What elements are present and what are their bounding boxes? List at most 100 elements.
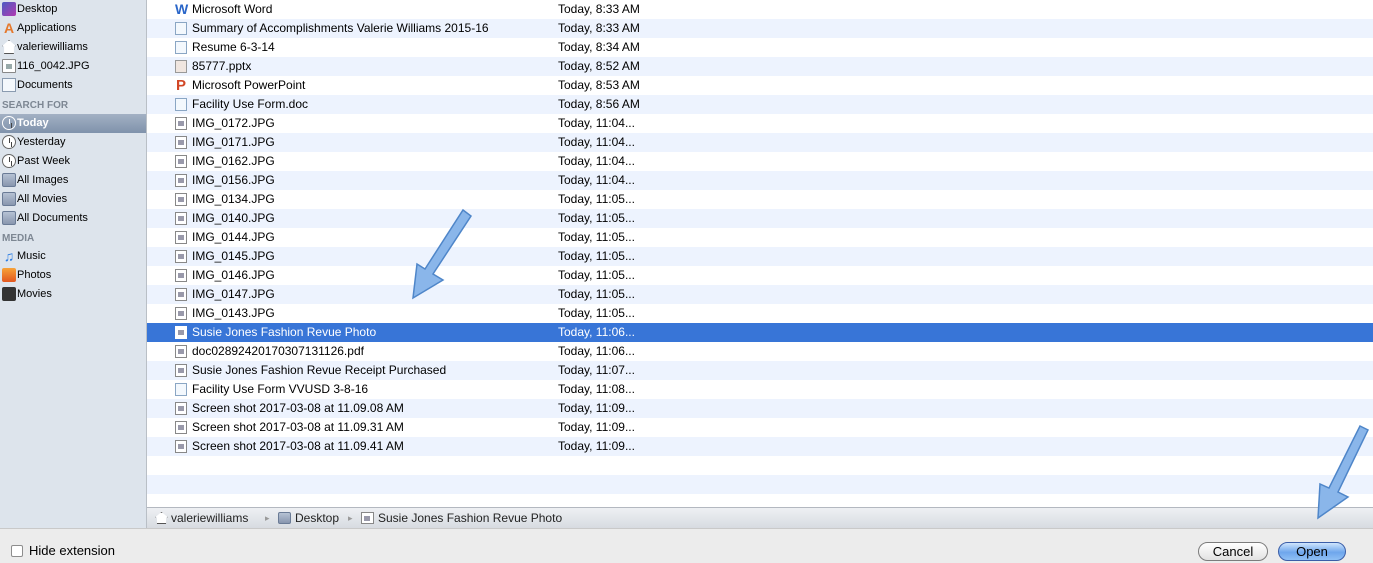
file-name: Susie Jones Fashion Revue Photo — [192, 325, 377, 339]
file-row[interactable]: IMG_0144.JPG Today, 11:05... — [147, 228, 1373, 247]
sidebar-item-yesterday[interactable]: Yesterday — [0, 133, 146, 152]
file-row[interactable]: IMG_0140.JPG Today, 11:05... — [147, 209, 1373, 228]
file-name: IMG_0145.JPG — [192, 249, 275, 263]
file-row[interactable]: Screen shot 2017-03-08 at 11.09.41 AM Tod… — [147, 437, 1373, 456]
sidebar-item-label: Desktop — [17, 3, 58, 15]
file-row[interactable]: 85777.pptx Today, 8:52 AM — [147, 57, 1373, 76]
image-file-icon — [175, 440, 187, 453]
sidebar-item-movies[interactable]: Movies — [0, 285, 146, 304]
image-file-icon — [175, 193, 187, 206]
image-file-icon — [175, 269, 187, 282]
cancel-button[interactable]: Cancel — [1198, 542, 1268, 561]
file-row[interactable]: IMG_0171.JPG Today, 11:04... — [147, 133, 1373, 152]
path-bar: valeriewilliams ▸ Desktop ▸ Susie Jones … — [147, 507, 1373, 528]
file-name: Microsoft Word — [192, 2, 273, 16]
folder-icon — [278, 512, 291, 524]
annotation-arrow-icon — [412, 208, 473, 300]
sidebar-item-label: All Images — [17, 174, 69, 186]
bottom-bar: Hide extension Cancel Open — [0, 528, 1373, 563]
file-list[interactable]: W Microsoft Word Today, 8:33 AM Summary of… — [147, 0, 1373, 507]
file-row[interactable]: IMG_0134.JPG Today, 11:05... — [147, 190, 1373, 209]
file-date: Today, 11:04... — [558, 135, 635, 149]
clock-icon — [2, 154, 16, 168]
empty-row — [147, 494, 1373, 507]
file-row[interactable]: IMG_0146.JPG Today, 11:05... — [147, 266, 1373, 285]
sidebar-item-all-documents[interactable]: All Documents — [0, 209, 146, 228]
image-file-icon — [175, 421, 187, 434]
file-name: Susie Jones Fashion Revue Receipt Purcha… — [192, 363, 447, 377]
hide-extension-checkbox[interactable] — [11, 545, 23, 557]
sidebar-item-music[interactable]: ♫ Music — [0, 247, 146, 266]
sidebar-item-all-images[interactable]: All Images — [0, 171, 146, 190]
file-row[interactable]: IMG_0147.JPG Today, 11:05... — [147, 285, 1373, 304]
file-row[interactable]: Susie Jones Fashion Revue Receipt Purcha… — [147, 361, 1373, 380]
file-name: Facility Use Form VVUSD 3-8-16 — [192, 382, 369, 396]
smart-folder-icon — [2, 192, 16, 206]
file-row[interactable]: IMG_0145.JPG Today, 11:05... — [147, 247, 1373, 266]
image-file-icon — [2, 59, 16, 73]
sidebar-item-label: Applications — [17, 22, 77, 34]
file-name: Summary of Accomplishments Valerie Willi… — [192, 21, 489, 35]
path-segment-desktop[interactable]: Desktop — [295, 508, 339, 529]
sidebar-item-desktop[interactable]: Desktop — [0, 0, 146, 19]
file-name: IMG_0147.JPG — [192, 287, 275, 301]
empty-row — [147, 456, 1373, 475]
file-row-selected[interactable]: Susie Jones Fashion Revue Photo Today, 11… — [147, 323, 1373, 342]
file-name: Screen shot 2017-03-08 at 11.09.08 AM — [192, 401, 404, 415]
file-row[interactable]: IMG_0156.JPG Today, 11:04... — [147, 171, 1373, 190]
desktop-icon — [2, 2, 16, 16]
file-name: Facility Use Form.doc — [192, 97, 309, 111]
file-date: Today, 8:56 AM — [558, 97, 640, 111]
image-file-icon — [175, 307, 187, 320]
sidebar-item-label: Yesterday — [17, 136, 66, 148]
document-icon — [175, 98, 187, 111]
file-name: Screen shot 2017-03-08 at 11.09.41 AM — [192, 439, 404, 453]
file-row[interactable]: IMG_0172.JPG Today, 11:04... — [147, 114, 1373, 133]
file-row[interactable]: Screen shot 2017-03-08 at 11.09.31 AM Tod… — [147, 418, 1373, 437]
file-row[interactable]: Screen shot 2017-03-08 at 11.09.08 AM Tod… — [147, 399, 1373, 418]
powerpoint-icon: P — [175, 77, 186, 94]
sidebar-item-today[interactable]: Today — [0, 114, 146, 133]
file-date: Today, 11:05... — [558, 192, 635, 206]
file-row[interactable]: P Microsoft PowerPoint Today, 8:53 AM — [147, 76, 1373, 95]
sidebar-item-past-week[interactable]: Past Week — [0, 152, 146, 171]
file-row[interactable]: Summary of Accomplishments Valerie Willi… — [147, 19, 1373, 38]
sidebar-item-label: Music — [17, 250, 46, 262]
sidebar-item-all-movies[interactable]: All Movies — [0, 190, 146, 209]
path-segment-file[interactable]: Susie Jones Fashion Revue Photo — [378, 508, 562, 529]
file-name: 85777.pptx — [192, 59, 252, 73]
file-row[interactable]: IMG_0143.JPG Today, 11:05... — [147, 304, 1373, 323]
file-name: IMG_0172.JPG — [192, 116, 275, 130]
file-row[interactable]: Facility Use Form.doc Today, 8:56 AM — [147, 95, 1373, 114]
documents-icon — [2, 78, 16, 92]
open-button[interactable]: Open — [1278, 542, 1346, 561]
sidebar-item-documents[interactable]: Documents — [0, 76, 146, 95]
pptx-file-icon — [175, 60, 187, 73]
file-name: IMG_0143.JPG — [192, 306, 275, 320]
file-date: Today, 8:52 AM — [558, 59, 640, 73]
file-date: Today, 11:04... — [558, 154, 635, 168]
file-row[interactable]: Facility Use Form VVUSD 3-8-16 Today, 11:… — [147, 380, 1373, 399]
photos-icon — [2, 268, 16, 282]
sidebar-item-photos[interactable]: Photos — [0, 266, 146, 285]
file-date: Today, 11:04... — [558, 116, 635, 130]
image-file-icon — [175, 231, 187, 244]
file-name: IMG_0134.JPG — [192, 192, 275, 206]
sidebar-item-home[interactable]: valeriewilliams — [0, 38, 146, 57]
file-row[interactable]: doc02892420170307131126.pdf Today, 11:06.… — [147, 342, 1373, 361]
path-segment-home[interactable]: valeriewilliams — [171, 508, 248, 529]
sidebar-item-label: Past Week — [17, 155, 70, 167]
sidebar-item-label: valeriewilliams — [17, 41, 88, 53]
sidebar-item-label: Movies — [17, 288, 52, 300]
file-name: Microsoft PowerPoint — [192, 78, 306, 92]
document-icon — [175, 383, 187, 396]
sidebar-item-applications[interactable]: A Applications — [0, 19, 146, 38]
file-row[interactable]: W Microsoft Word Today, 8:33 AM — [147, 0, 1373, 19]
image-file-icon — [361, 512, 374, 524]
file-name: Screen shot 2017-03-08 at 11.09.31 AM — [192, 420, 404, 434]
file-date: Today, 11:05... — [558, 211, 635, 225]
file-row[interactable]: Resume 6-3-14 Today, 8:34 AM — [147, 38, 1373, 57]
sidebar-item-image-file[interactable]: 116_0042.JPG — [0, 57, 146, 76]
file-name: IMG_0146.JPG — [192, 268, 275, 282]
file-row[interactable]: IMG_0162.JPG Today, 11:04... — [147, 152, 1373, 171]
